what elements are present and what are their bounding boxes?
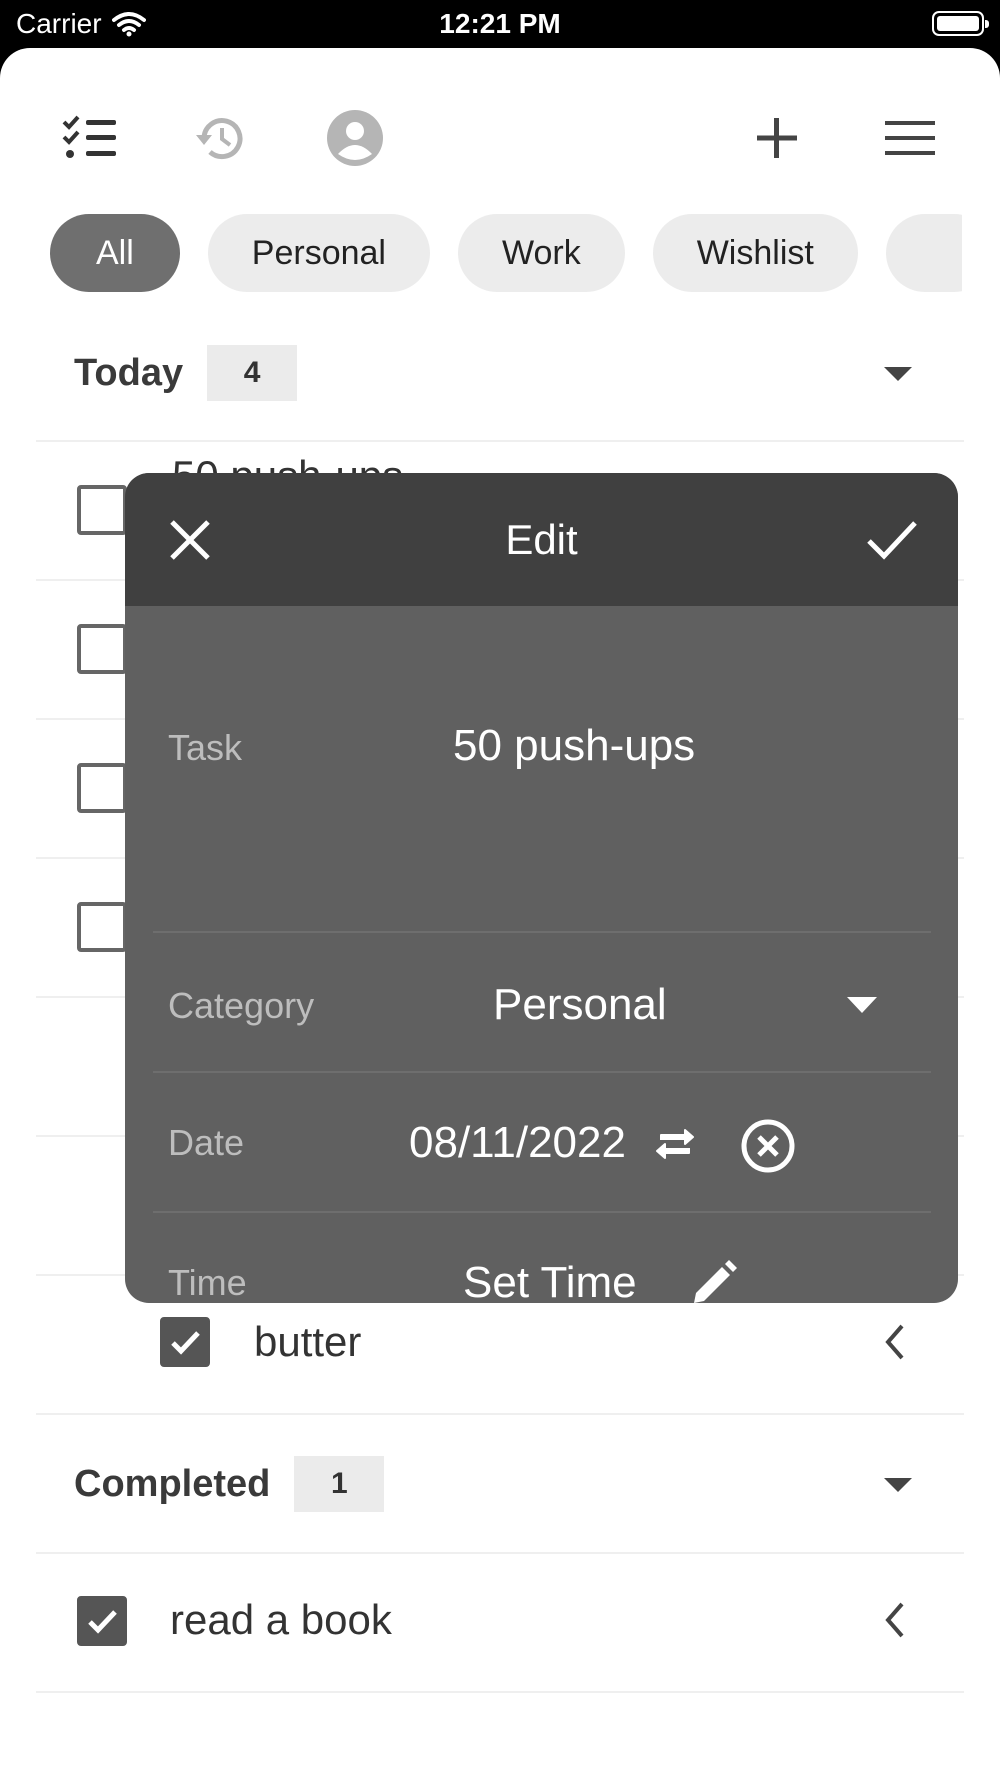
task-text[interactable]: butter xyxy=(254,1318,361,1366)
time-label: Time xyxy=(168,1262,247,1303)
chevron-left-icon[interactable] xyxy=(880,1322,910,1362)
task-checkbox[interactable] xyxy=(77,624,127,674)
task-checkbox[interactable] xyxy=(77,485,127,535)
section-title: Completed xyxy=(74,1462,271,1505)
tab-personal[interactable]: Personal xyxy=(207,214,430,292)
task-input[interactable]: 50 push-ups xyxy=(453,721,695,771)
account-icon[interactable] xyxy=(325,108,385,168)
task-text[interactable]: read a book xyxy=(170,1596,392,1644)
task-checkbox[interactable] xyxy=(77,902,127,952)
tab-partial[interactable] xyxy=(885,214,962,292)
plus-icon[interactable] xyxy=(747,108,807,168)
task-checkbox-checked[interactable] xyxy=(77,1596,127,1646)
collapse-icon[interactable] xyxy=(884,1478,912,1492)
category-label: Category xyxy=(168,985,315,1026)
count-badge: 1 xyxy=(294,1456,385,1512)
edit-dialog: Edit Task 50 push-ups Category Personal … xyxy=(125,473,958,1303)
app-sheet: All Personal Work Wishlist Today 4 50 push-… xyxy=(0,48,1000,1778)
task-label: Task xyxy=(168,727,243,768)
history-icon[interactable] xyxy=(190,108,250,168)
divider xyxy=(36,1552,964,1554)
clear-date-icon[interactable] xyxy=(740,1118,796,1174)
task-checkbox[interactable] xyxy=(77,763,127,813)
completed-section-header[interactable]: Completed 1 xyxy=(74,1456,385,1512)
menu-icon[interactable] xyxy=(880,108,940,168)
edit-pencil-icon[interactable] xyxy=(690,1259,738,1303)
section-title: Today xyxy=(74,351,184,394)
collapse-icon[interactable] xyxy=(884,367,912,381)
divider xyxy=(36,440,964,442)
checklist-icon[interactable] xyxy=(60,108,120,168)
status-time: 12:21 PM xyxy=(439,8,561,39)
today-section-header[interactable]: Today 4 xyxy=(74,345,298,401)
chevron-left-icon[interactable] xyxy=(880,1600,910,1640)
status-bar: Carrier 12:21 PM xyxy=(0,0,1000,50)
date-value[interactable]: 08/11/2022 xyxy=(409,1073,626,1213)
tab-all[interactable]: All xyxy=(50,214,180,292)
divider xyxy=(153,931,931,933)
date-label: Date xyxy=(168,1122,245,1163)
dropdown-icon[interactable] xyxy=(847,997,877,1013)
divider xyxy=(36,1691,964,1693)
battery-icon xyxy=(932,11,989,36)
dialog-title: Edit xyxy=(505,516,578,563)
check-icon xyxy=(171,1331,200,1355)
check-icon[interactable] xyxy=(865,517,919,563)
count-badge: 4 xyxy=(207,345,298,401)
divider xyxy=(36,1413,964,1415)
category-tabs: All Personal Work Wishlist xyxy=(50,214,962,292)
tab-work[interactable]: Work xyxy=(458,214,625,292)
set-time-button[interactable]: Set Time xyxy=(463,1213,637,1303)
category-select[interactable]: Personal xyxy=(493,935,667,1075)
tab-wishlist[interactable]: Wishlist xyxy=(652,214,858,292)
check-icon xyxy=(88,1610,117,1634)
close-icon[interactable] xyxy=(167,517,213,563)
repeat-icon[interactable] xyxy=(653,1122,697,1166)
task-checkbox-checked[interactable] xyxy=(160,1317,210,1367)
